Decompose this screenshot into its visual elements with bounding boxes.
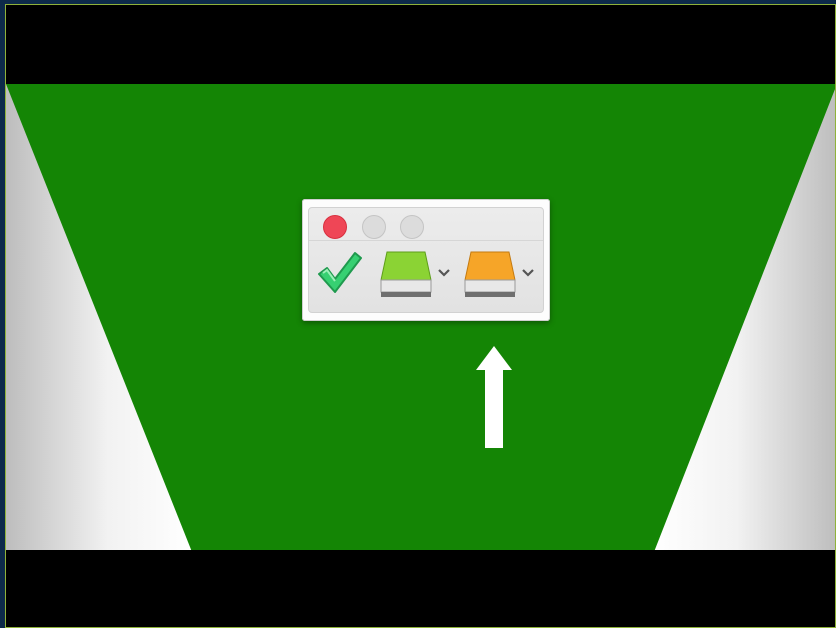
app-toolbar-window [302,199,550,321]
video-frame [5,4,836,628]
zoom-button[interactable] [400,215,424,239]
window-body [308,207,544,313]
chevron-down-icon[interactable] [521,268,535,278]
letterbox-bottom [6,550,835,627]
minimize-button[interactable] [362,215,386,239]
chevron-down-icon[interactable] [437,268,451,278]
window-titlebar [309,208,543,241]
green-disk-icon[interactable] [379,248,433,300]
close-button[interactable] [323,215,347,239]
up-arrow-icon [476,346,512,448]
orange-disk-icon[interactable] [463,248,517,300]
letterbox-top [6,5,835,84]
checkmark-icon[interactable] [315,248,363,296]
